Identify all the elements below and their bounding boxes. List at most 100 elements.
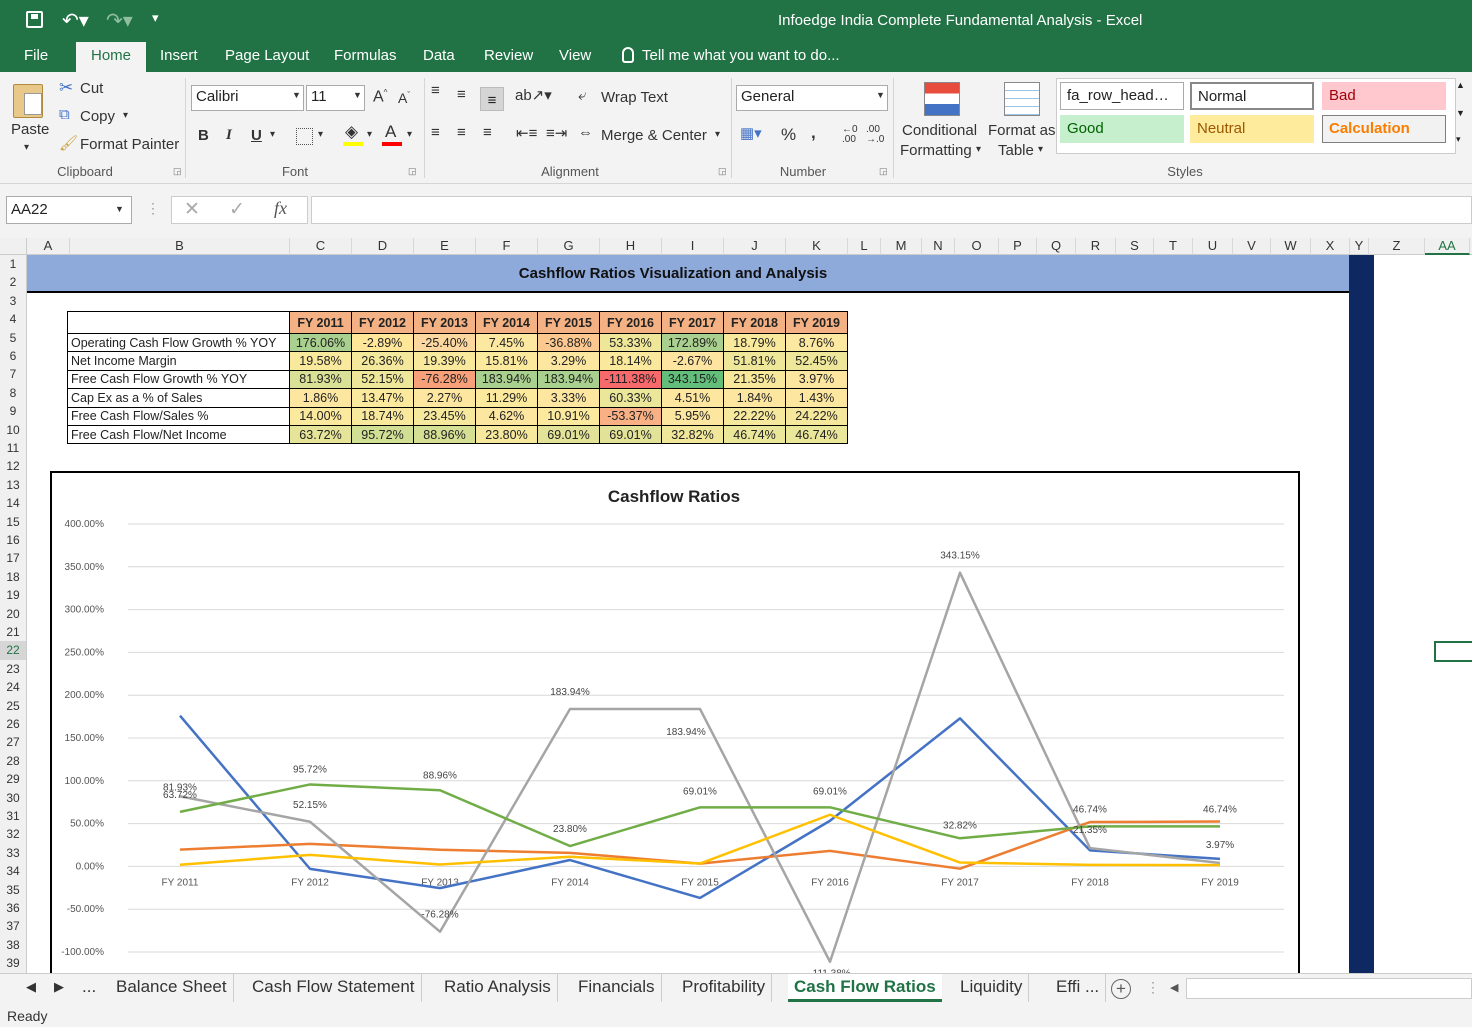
column-header-r[interactable]: R [1076,238,1116,255]
value-cell[interactable]: 22.22% [723,406,786,426]
align-top-icon[interactable]: ≡ [431,82,440,99]
tab-splitter-icon[interactable]: ⋮ [1146,979,1160,996]
value-cell[interactable]: 88.96% [413,424,476,445]
row-header-13[interactable]: 13 [0,476,26,494]
new-sheet-icon[interactable]: + [1111,979,1131,999]
row-header-23[interactable]: 23 [0,660,26,678]
table-header-cell[interactable]: FY 2012 [351,311,414,334]
increase-decimal-icon[interactable]: ←0.00 [842,125,858,145]
value-cell[interactable]: 11.29% [475,388,538,408]
borders-dropdown-icon[interactable]: ▾ [318,129,323,140]
row-header-17[interactable]: 17 [0,549,26,567]
tab-data[interactable]: Data [413,42,465,72]
sheet-tab-8[interactable]: Effi ... [1050,974,1107,1002]
value-cell[interactable]: -2.89% [351,332,414,353]
fill-color-icon[interactable]: ◈ [345,122,358,142]
select-all-corner[interactable] [0,238,27,255]
column-header-m[interactable]: M [881,238,922,255]
value-cell[interactable]: 183.94% [475,369,538,390]
value-cell[interactable]: 2.27% [413,388,476,408]
shrink-font-icon[interactable]: Aˇ [398,90,410,106]
sheet-tab-2[interactable]: Cash Flow Statement [246,974,422,1002]
row-header-27[interactable]: 27 [0,733,26,751]
row-header-37[interactable]: 37 [0,917,26,935]
row-header-3[interactable]: 3 [0,292,26,310]
orientation-icon[interactable]: ab↗▾ [515,86,552,104]
column-header-w[interactable]: W [1271,238,1311,255]
column-header-i[interactable]: I [662,238,724,255]
row-header-34[interactable]: 34 [0,862,26,880]
align-middle-icon[interactable]: ≡ [457,86,466,103]
tell-me-box[interactable]: Tell me what you want to do... [632,42,850,72]
row-header-21[interactable]: 21 [0,623,26,641]
row-header-10[interactable]: 10 [0,421,26,439]
value-cell[interactable]: 1.84% [723,388,786,408]
row-header-1[interactable]: 1 [0,255,26,273]
font-name-dropdown-icon[interactable]: ▼ [292,90,301,100]
value-cell[interactable]: 13.47% [351,388,414,408]
name-box[interactable]: AA22 [6,196,132,224]
cell-style-3[interactable]: Good [1060,115,1184,143]
tab-review[interactable]: Review [474,42,543,72]
format-as-table-dropdown-icon[interactable]: ▾ [1038,144,1043,155]
row-header-38[interactable]: 38 [0,936,26,954]
format-as-table-button[interactable]: Format as [988,122,1056,139]
number-launcher-icon[interactable]: ◲ [879,166,888,177]
table-header-cell[interactable]: FY 2017 [661,311,724,334]
tab-file[interactable]: File [14,42,58,72]
sheet-tab-3[interactable]: Ratio Analysis [438,974,558,1002]
value-cell[interactable]: 14.00% [289,406,352,426]
font-color-dropdown-icon[interactable]: ▾ [407,129,412,140]
cancel-entry-icon[interactable]: ✕ [184,198,200,221]
column-header-h[interactable]: H [600,238,662,255]
column-header-f[interactable]: F [476,238,538,255]
row-header-25[interactable]: 25 [0,697,26,715]
merge-dropdown-icon[interactable]: ▾ [715,129,720,140]
align-right-icon[interactable]: ≡ [483,124,492,141]
value-cell[interactable]: -76.28% [413,369,476,390]
value-cell[interactable]: 4.62% [475,406,538,426]
value-cell[interactable]: -25.40% [413,332,476,353]
styles-scroll-down-icon[interactable]: ▼ [1456,108,1465,118]
row-header-16[interactable]: 16 [0,531,26,549]
redo-icon[interactable]: ↷▾ [106,8,133,33]
italic-button[interactable]: I [226,127,232,144]
column-header-a[interactable]: A [27,238,70,255]
value-cell[interactable]: 5.95% [661,406,724,426]
number-format-dropdown-icon[interactable]: ▼ [876,90,885,100]
value-cell[interactable]: 15.81% [475,351,538,371]
cell-style-0[interactable]: fa_row_head… [1060,82,1184,110]
column-header-v[interactable]: V [1233,238,1271,255]
cell-style-4[interactable]: Neutral [1190,115,1314,143]
row-header-30[interactable]: 30 [0,789,26,807]
column-header-y[interactable]: Y [1350,238,1369,255]
row-header-20[interactable]: 20 [0,605,26,623]
cell-style-5[interactable]: Calculation [1322,115,1446,143]
column-header-o[interactable]: O [955,238,999,255]
column-header-j[interactable]: J [724,238,786,255]
value-cell[interactable]: 19.58% [289,351,352,371]
next-sheet-icon[interactable]: ▶ [48,974,70,1002]
column-header-d[interactable]: D [352,238,414,255]
hscroll-left-icon[interactable]: ◀ [1170,981,1178,994]
accounting-format-icon[interactable]: ▦▾ [740,124,762,142]
value-cell[interactable]: -2.67% [661,351,724,371]
sheet-tab-0[interactable]: ... [76,974,102,1002]
row-header-36[interactable]: 36 [0,899,26,917]
row-header-8[interactable]: 8 [0,384,26,402]
save-icon[interactable] [26,11,43,28]
row-label-cell[interactable]: Free Cash Flow/Sales % [67,406,290,426]
tab-home[interactable]: Home [76,42,146,73]
value-cell[interactable]: 32.82% [661,424,724,445]
copy-button[interactable]: Copy [80,108,115,125]
value-cell[interactable]: 8.76% [785,332,848,353]
value-cell[interactable]: 4.51% [661,388,724,408]
prev-sheet-icon[interactable]: ◀ [20,974,42,1002]
value-cell[interactable]: 46.74% [785,424,848,445]
confirm-entry-icon[interactable]: ✓ [229,198,245,221]
cell-style-2[interactable]: Bad [1322,82,1446,110]
row-header-5[interactable]: 5 [0,329,26,347]
column-header-l[interactable]: L [848,238,881,255]
column-header-t[interactable]: T [1154,238,1193,255]
row-header-19[interactable]: 19 [0,586,26,604]
